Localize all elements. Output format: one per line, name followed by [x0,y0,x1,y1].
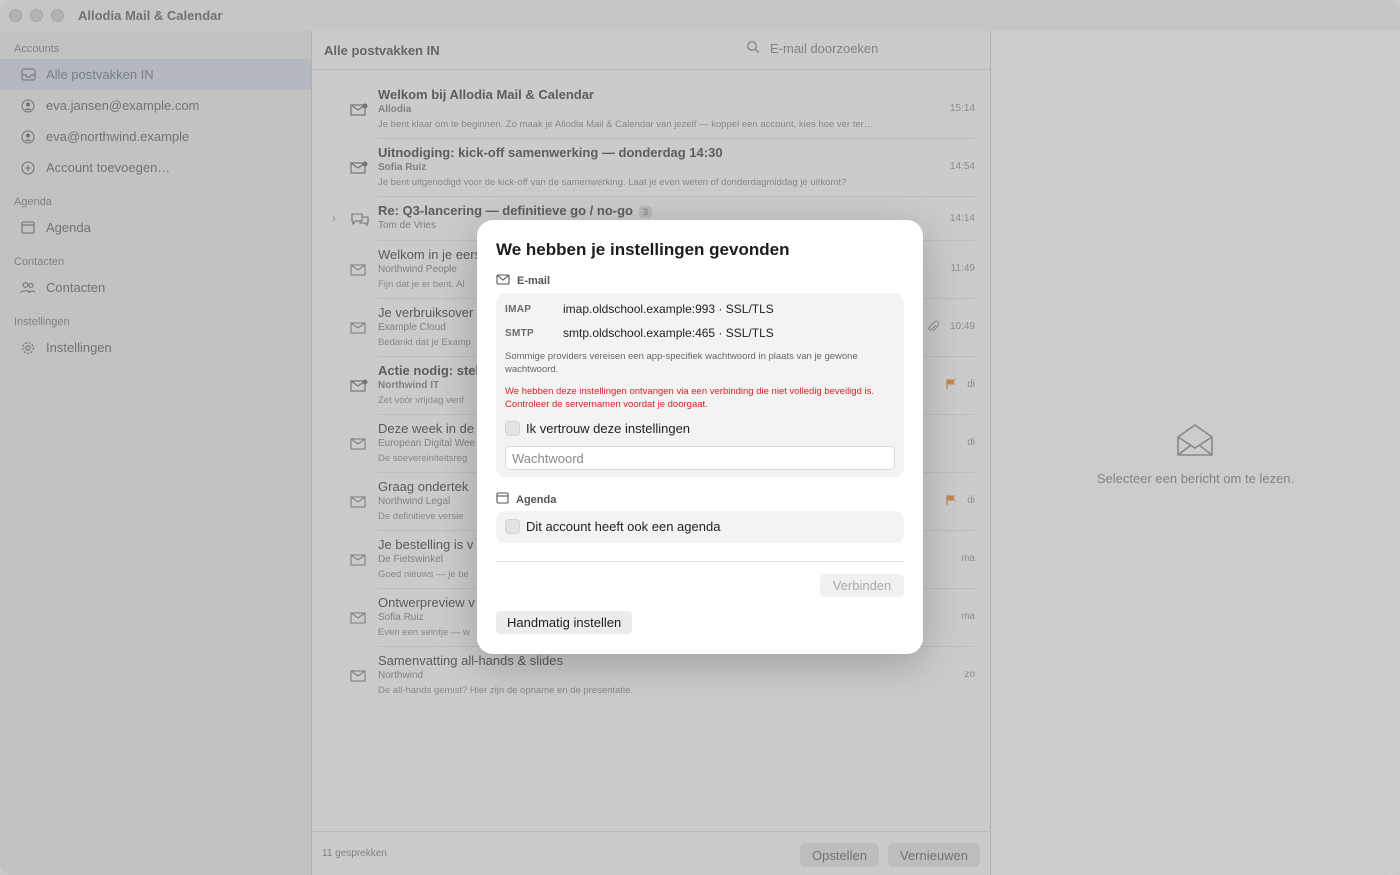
account-setup-dialog: We hebben je instellingen gevonden E-mai… [477,220,923,654]
imap-value: imap.oldschool.example:993 · SSL/TLS [563,302,774,316]
imap-row: IMAP imap.oldschool.example:993 · SSL/TL… [505,302,774,316]
agenda-section-header: Agenda [496,492,556,507]
password-field[interactable] [505,446,895,470]
imap-key: IMAP [505,303,532,315]
has-agenda-label: Dit account heeft ook een agenda [526,519,721,534]
envelope-icon [496,274,510,288]
calendar-icon [496,492,509,507]
trust-settings-label: Ik vertrouw deze instellingen [526,421,691,436]
has-agenda-checkbox[interactable]: Dit account heeft ook een agenda [505,519,720,534]
app-window: Allodia Mail & Calendar Accounts Alle po… [0,0,1400,875]
email-section-header: E-mail [496,274,550,288]
insecure-connection-warning: We hebben deze instellingen ontvangen vi… [505,386,874,410]
connect-button[interactable]: Verbinden [820,574,904,597]
dialog-title: We hebben je instellingen gevonden [496,240,790,259]
email-settings-card: IMAP imap.oldschool.example:993 · SSL/TL… [496,293,904,477]
app-password-note: Sommige providers vereisen een app-speci… [505,351,858,375]
smtp-row: SMTP smtp.oldschool.example:465 · SSL/TL… [505,326,774,340]
checkbox-box[interactable] [505,421,520,436]
agenda-section-label: Agenda [516,493,557,506]
checkbox-box[interactable] [505,519,520,534]
trust-settings-checkbox[interactable]: Ik vertrouw deze instellingen [505,421,690,436]
agenda-card: Dit account heeft ook een agenda [496,511,904,543]
dialog-divider [496,561,904,562]
email-section-label: E-mail [517,275,551,287]
manual-setup-button[interactable]: Handmatig instellen [496,611,633,634]
smtp-key: SMTP [505,327,534,339]
smtp-value: smtp.oldschool.example:465 · SSL/TLS [563,326,774,340]
